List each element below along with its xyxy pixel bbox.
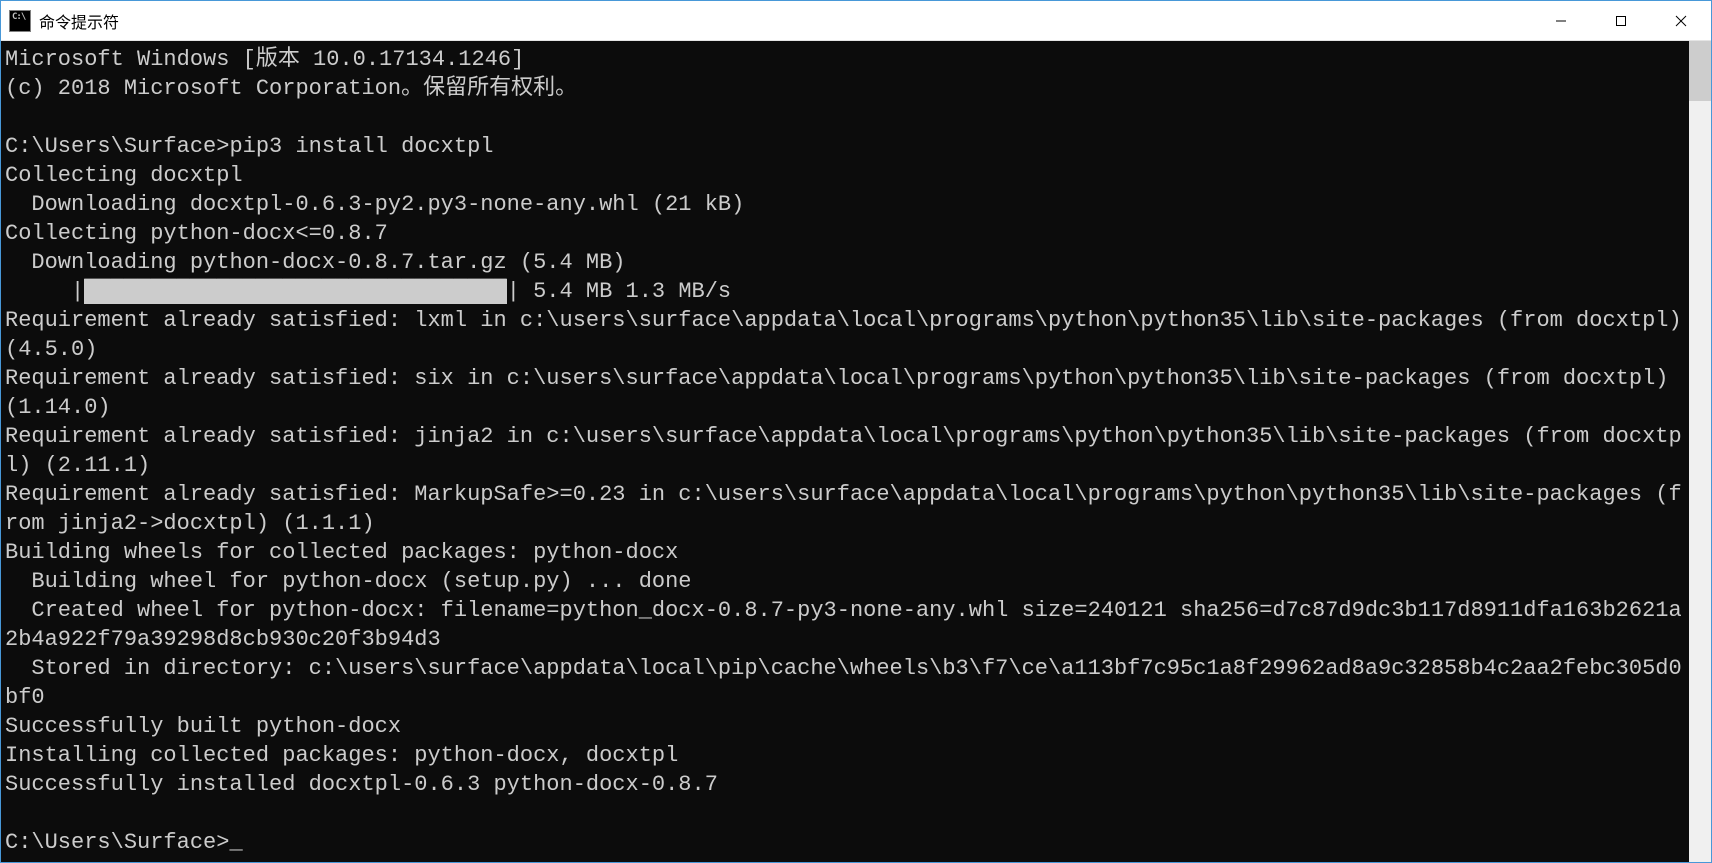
close-icon (1674, 14, 1688, 28)
window-title: 命令提示符 (39, 9, 1531, 33)
output-line: Downloading docxtpl-0.6.3-py2.py3-none-a… (5, 192, 744, 217)
output-line: Stored in directory: c:\users\surface\ap… (5, 656, 1682, 710)
command-prompt-window: 命令提示符 Microsoft Windows [版本 10.0.17134.1… (0, 0, 1712, 863)
minimize-icon (1555, 15, 1567, 27)
progress-bar: ████████████████████████████████ (84, 279, 506, 304)
terminal-area: Microsoft Windows [版本 10.0.17134.1246] (… (1, 41, 1711, 862)
output-line: Created wheel for python-docx: filename=… (5, 598, 1682, 652)
cursor: _ (229, 830, 242, 855)
output-line: Building wheel for python-docx (setup.py… (5, 569, 692, 594)
vertical-scrollbar[interactable] (1689, 41, 1711, 862)
output-line: Successfully installed docxtpl-0.6.3 pyt… (5, 772, 718, 797)
output-line: Installing collected packages: python-do… (5, 743, 678, 768)
terminal-output[interactable]: Microsoft Windows [版本 10.0.17134.1246] (… (1, 41, 1689, 862)
output-line: Successfully built python-docx (5, 714, 401, 739)
prompt-command: pip3 install docxtpl (229, 134, 493, 159)
maximize-button[interactable] (1591, 1, 1651, 40)
output-line: Building wheels for collected packages: … (5, 540, 678, 565)
close-button[interactable] (1651, 1, 1711, 40)
output-line: Requirement already satisfied: jinja2 in… (5, 424, 1682, 478)
output-line: Microsoft Windows [版本 10.0.17134.1246] (5, 47, 524, 72)
progress-prefix: | (5, 279, 84, 304)
output-line: Collecting docxtpl (5, 163, 243, 188)
output-line: Downloading python-docx-0.8.7.tar.gz (5.… (5, 250, 626, 275)
output-line: Collecting python-docx<=0.8.7 (5, 221, 388, 246)
output-line: Requirement already satisfied: six in c:… (5, 366, 1682, 420)
maximize-icon (1615, 15, 1627, 27)
progress-suffix: | 5.4 MB 1.3 MB/s (507, 279, 731, 304)
app-icon (9, 10, 31, 32)
prompt-path: C:\Users\Surface> (5, 134, 229, 159)
titlebar[interactable]: 命令提示符 (1, 1, 1711, 41)
output-line: Requirement already satisfied: lxml in c… (5, 308, 1689, 362)
output-line: (c) 2018 Microsoft Corporation。保留所有权利。 (5, 76, 577, 101)
prompt-path: C:\Users\Surface> (5, 830, 229, 855)
scrollbar-thumb[interactable] (1689, 41, 1711, 101)
output-line: Requirement already satisfied: MarkupSaf… (5, 482, 1682, 536)
window-controls (1531, 1, 1711, 40)
minimize-button[interactable] (1531, 1, 1591, 40)
